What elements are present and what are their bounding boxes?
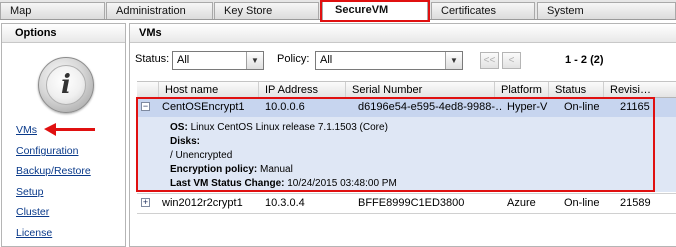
chevron-down-icon[interactable]: ▼ xyxy=(246,52,263,69)
status-cell: On-line xyxy=(564,197,600,209)
column-header-revision[interactable]: Revisi… xyxy=(603,82,676,98)
highlight-arrow-icon xyxy=(44,123,56,136)
policy-filter-label: Policy: xyxy=(277,53,310,65)
chevron-down-icon[interactable]: ▼ xyxy=(445,52,462,69)
policy-filter-select[interactable]: All ▼ xyxy=(315,51,463,70)
host-name-cell: win2012r2crypt1 xyxy=(162,197,243,209)
nav-link-vms[interactable]: VMs xyxy=(16,124,37,136)
nav-link-setup[interactable]: Setup xyxy=(16,186,43,198)
previous-page-button[interactable]: < xyxy=(502,52,521,69)
pagination-range: 1 - 2 (2) xyxy=(565,54,604,66)
tab-system[interactable]: System xyxy=(537,2,676,19)
column-header-platform[interactable]: Platform xyxy=(494,82,548,98)
tab-label: Map xyxy=(10,5,32,17)
table-header: Host name IP Address Serial Number Platf… xyxy=(137,81,676,98)
column-header-status[interactable]: Status xyxy=(548,82,603,98)
tab-label: Certificates xyxy=(441,5,497,17)
serial-number-cell: BFFE8999C1ED3800 xyxy=(358,197,465,209)
column-header-serial-number[interactable]: Serial Number xyxy=(345,82,494,98)
highlight-arrow-shaft xyxy=(55,128,95,131)
platform-cell: Azure xyxy=(507,197,536,209)
tab-administration[interactable]: Administration xyxy=(106,2,213,19)
tab-certificates[interactable]: Certificates xyxy=(431,2,535,19)
status-filter-value: All xyxy=(177,54,190,66)
table-row[interactable]: + win2012r2crypt1 10.3.0.4 BFFE8999C1ED3… xyxy=(137,194,676,213)
vms-header: VMs xyxy=(130,24,676,43)
revision-cell: 21589 xyxy=(620,197,651,209)
ip-address-cell: 10.3.0.4 xyxy=(265,197,305,209)
first-page-button[interactable]: << xyxy=(480,52,499,69)
securevm-tab-highlight xyxy=(320,0,430,22)
info-icon-glyph: i xyxy=(46,65,86,105)
nav-link-configuration[interactable]: Configuration xyxy=(16,145,78,157)
tab-label: System xyxy=(547,5,584,17)
nav-link-cluster[interactable]: Cluster xyxy=(16,206,49,218)
column-header-ip-address[interactable]: IP Address xyxy=(258,82,345,98)
tab-label: Administration xyxy=(116,5,186,17)
options-header: Options xyxy=(2,24,125,43)
info-icon: i xyxy=(38,57,94,113)
status-filter-select[interactable]: All ▼ xyxy=(172,51,264,70)
policy-filter-value: All xyxy=(320,54,333,66)
expand-icon[interactable]: + xyxy=(141,198,150,207)
nav-link-backup-restore[interactable]: Backup/Restore xyxy=(16,165,91,177)
tab-label: Key Store xyxy=(224,5,273,17)
column-header-host-name[interactable]: Host name xyxy=(158,82,258,98)
expanded-row-highlight xyxy=(136,97,655,192)
tab-map[interactable]: Map xyxy=(0,2,105,19)
nav-link-license[interactable]: License xyxy=(16,227,52,239)
status-filter-label: Status: xyxy=(135,53,170,65)
tab-key-store[interactable]: Key Store xyxy=(214,2,319,19)
row-divider xyxy=(137,213,676,214)
